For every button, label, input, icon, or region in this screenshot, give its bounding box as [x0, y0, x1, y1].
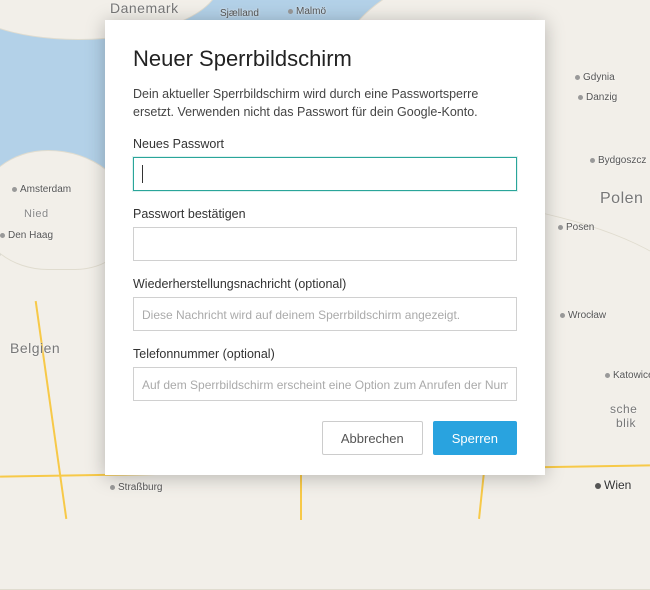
lock-button[interactable]: Sperren: [433, 421, 517, 455]
city-gdynia: Gdynia: [575, 72, 615, 83]
recovery-input[interactable]: [133, 297, 517, 331]
phone-label: Telefonnummer (optional): [133, 347, 517, 361]
country-denmark: Danemark: [110, 0, 179, 16]
country-ned: Nied: [24, 208, 49, 220]
phone-input[interactable]: [133, 367, 517, 401]
country-poland: Polen: [600, 190, 643, 208]
text-cursor: [142, 165, 143, 183]
city-posen: Posen: [558, 222, 594, 233]
button-row: Abbrechen Sperren: [133, 421, 517, 455]
country-belgium: Belgien: [10, 340, 60, 356]
password-input[interactable]: [133, 157, 517, 191]
city-amsterdam: Amsterdam: [12, 184, 71, 195]
confirm-input[interactable]: [133, 227, 517, 261]
city-danzig: Danzig: [578, 92, 617, 103]
city-strasbourg: Straßburg: [110, 482, 162, 493]
cancel-button[interactable]: Abbrechen: [322, 421, 423, 455]
confirm-label: Passwort bestätigen: [133, 207, 517, 221]
city-malmo: Malmö: [288, 6, 326, 17]
city-katowice: Katowice: [605, 370, 650, 381]
city-bydgoszcz: Bydgoszcz: [590, 155, 646, 166]
city-sjaelland: Sjælland: [220, 8, 259, 19]
country-czech2: blik: [616, 416, 636, 430]
modal-title: Neuer Sperrbildschirm: [133, 46, 517, 72]
city-wroclaw: Wrocław: [560, 310, 606, 321]
city-wien: Wien: [595, 478, 631, 492]
country-czech1: sche: [610, 402, 637, 416]
lock-screen-modal: Neuer Sperrbildschirm Dein aktueller Spe…: [105, 20, 545, 475]
password-label: Neues Passwort: [133, 137, 517, 151]
modal-description: Dein aktueller Sperrbildschirm wird durc…: [133, 86, 517, 121]
city-denhaag: Den Haag: [0, 230, 53, 241]
recovery-label: Wiederherstellungsnachricht (optional): [133, 277, 517, 291]
